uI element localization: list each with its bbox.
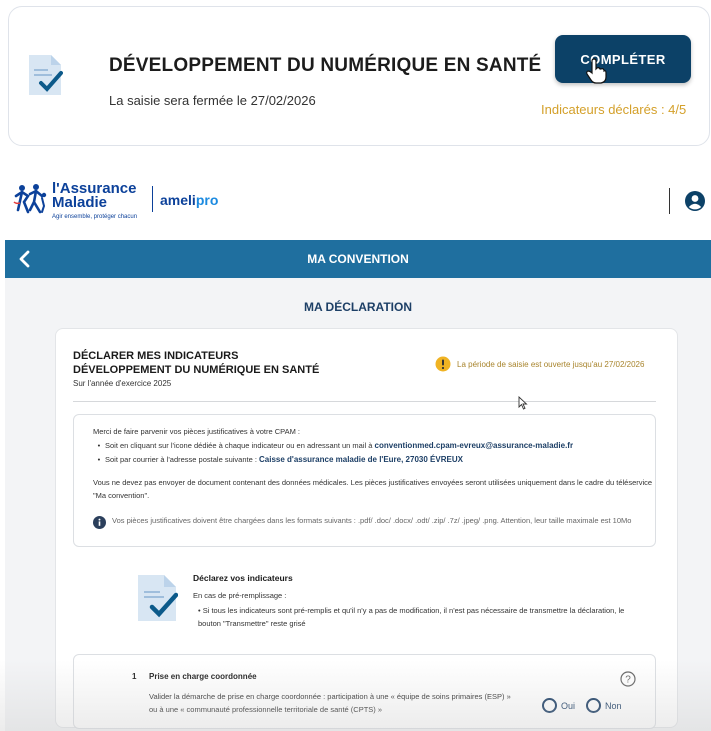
hand-cursor-icon: [586, 58, 607, 84]
cpam-email-link[interactable]: conventionmed.cpam-evreux@assurance-mala…: [375, 441, 574, 450]
svg-text:?: ?: [625, 675, 631, 686]
declare-title: Déclarez vos indicateurs: [193, 573, 293, 583]
radio-no-circle[interactable]: [586, 698, 601, 713]
radio-yes[interactable]: Oui: [542, 698, 575, 713]
header-divider: [669, 188, 670, 214]
entry-period-text: La période de saisie est ouverte jusqu'a…: [457, 359, 645, 369]
medical-data-warning: Vous ne devez pas envoyer de document co…: [93, 478, 653, 500]
info-bullet-mail: • Soit par courrier à l'adresse postale s…: [97, 455, 463, 464]
complete-button[interactable]: COMPLÉTER: [555, 35, 691, 83]
amelipro-prefix: ameli: [160, 192, 196, 208]
exercise-year: Sur l'année d'exercice 2025: [73, 379, 172, 388]
amelipro-suffix: pro: [195, 192, 219, 208]
card-title: DÉVELOPPEMENT DU NUMÉRIQUE EN SANTÉ: [109, 55, 542, 76]
logo-line-2: Maladie: [52, 194, 108, 211]
nav-title: MA CONVENTION: [307, 252, 409, 266]
info-bullet-email-text: Soit en cliquant sur l'icone dédiée à ch…: [105, 441, 375, 450]
file-format-text: Vos pièces justificatives doivent être c…: [112, 516, 632, 525]
declaration-title-line-2: DÉVELOPPEMENT DU NUMÉRIQUE EN SANTÉ: [73, 364, 320, 376]
radio-yes-circle[interactable]: [542, 698, 557, 713]
logo-tagline: Agir ensemble, protéger chacun: [52, 214, 138, 220]
warning-icon: [435, 356, 451, 372]
question-number: 1: [132, 672, 137, 681]
question-text: Valider la démarche de prise en charge c…: [149, 692, 511, 714]
closing-date: La saisie sera fermée le 27/02/2026: [109, 93, 316, 108]
navigation-bar: MA CONVENTION: [5, 240, 711, 278]
supporting-documents-info: Merci de faire parvenir vos pièces justi…: [73, 414, 656, 547]
question-title: Prise en charge coordonnée: [149, 672, 257, 681]
section-title: MA DÉCLARATION: [304, 300, 412, 314]
document-check-icon: [138, 575, 178, 621]
user-icon[interactable]: [684, 190, 706, 212]
radio-no-label: Non: [605, 700, 622, 711]
declaration-card: DÉCLARER MES INDICATEURS DÉVELOPPEMENT D…: [55, 328, 678, 729]
info-bullet-email: • Soit en cliquant sur l'icone dédiée à c…: [97, 441, 574, 450]
declare-indicators-block: Déclarez vos indicateurs En cas de pré-r…: [136, 569, 656, 639]
declare-subtitle: En cas de pré-remplissage :: [193, 591, 287, 600]
logo-divider: [152, 186, 153, 212]
info-icon: [93, 516, 106, 529]
radio-yes-label: Oui: [561, 700, 576, 711]
amelipro-brand: amelipro: [160, 192, 218, 208]
info-intro: Merci de faire parvenir vos pièces justi…: [93, 427, 301, 436]
document-check-icon: [29, 55, 63, 95]
entry-period-notice: La période de saisie est ouverte jusqu'a…: [435, 356, 644, 372]
divider: [73, 401, 656, 402]
help-icon[interactable]: ?: [620, 671, 636, 687]
prefill-note-text: Si tous les indicateurs sont pré-remplis…: [198, 606, 625, 628]
indicator-question-card: 1 Prise en charge coordonnée ? Valider l…: [73, 654, 656, 729]
radio-no[interactable]: Non: [586, 698, 622, 713]
family-logo-icon: [13, 184, 47, 214]
cpam-postal-address: Caisse d'assurance maladie de l'Eure, 27…: [259, 455, 463, 464]
mouse-pointer-icon: [518, 396, 528, 410]
declaration-title-line-1: DÉCLARER MES INDICATEURS: [73, 350, 239, 362]
declared-indicators-count: Indicateurs déclarés : 4/5: [541, 102, 687, 117]
content-area: MA DÉCLARATION DÉCLARER MES INDICATEURS …: [5, 278, 711, 731]
declaration-title: DÉCLARER MES INDICATEURS DÉVELOPPEMENT D…: [73, 349, 319, 377]
prefill-note: • Si tous les indicateurs sont pré-rempl…: [198, 606, 625, 628]
assurance-maladie-logo[interactable]: l'Assurance Maladie Agir ensemble, proté…: [12, 178, 312, 224]
info-bullet-mail-text: Soit par courrier à l'adresse postale su…: [105, 455, 260, 464]
